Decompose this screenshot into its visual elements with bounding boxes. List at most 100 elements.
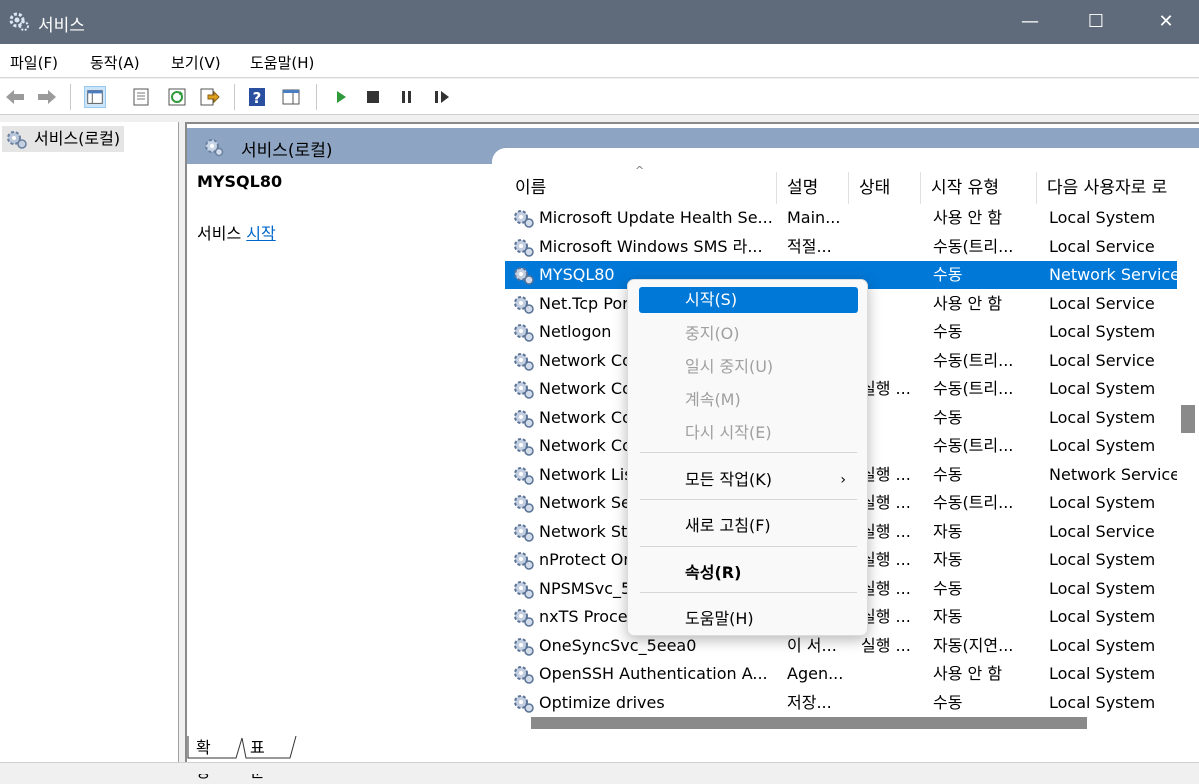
vertical-scroll-thumb[interactable] bbox=[1181, 405, 1195, 433]
cell-text: 이 서... bbox=[787, 635, 837, 655]
cell-text: 저장... bbox=[787, 692, 832, 712]
cell-status: 실행 ... bbox=[861, 603, 925, 631]
menu-view[interactable]: 보기(V) bbox=[171, 52, 221, 73]
cell-text: 수동 bbox=[933, 464, 963, 484]
service-description-pane: MYSQL80 서비스 시작 bbox=[197, 172, 497, 243]
cell-name: OpenSSH Authentication A... bbox=[511, 660, 775, 688]
cell-logon: Network Service bbox=[1049, 461, 1177, 489]
cell-text: Local Service bbox=[1049, 236, 1155, 256]
forward-arrow-icon[interactable] bbox=[36, 86, 58, 108]
show-hide-tree-icon[interactable] bbox=[84, 86, 106, 108]
menu-help[interactable]: 도움말(H) bbox=[250, 52, 314, 73]
menu-file[interactable]: 파일(F) bbox=[10, 52, 58, 73]
cell-desc: Main... bbox=[787, 204, 855, 232]
help-icon[interactable]: ? bbox=[246, 86, 268, 108]
cell-text: Local System bbox=[1049, 493, 1156, 512]
context-menu-help[interactable]: 도움말(H) bbox=[639, 606, 858, 632]
context-menu-pause[interactable]: 일시 중지(U) bbox=[639, 354, 858, 380]
context-menu-stop[interactable]: 중지(O) bbox=[639, 321, 858, 347]
cell-logon: Local System bbox=[1049, 603, 1177, 631]
context-menu-all-tasks[interactable]: 모든 작업(K) › bbox=[639, 467, 858, 493]
pause-service-icon[interactable] bbox=[396, 86, 418, 108]
tab-standard[interactable]: 표준 bbox=[246, 736, 269, 781]
cell-text: Local System bbox=[1049, 322, 1156, 341]
context-menu-properties[interactable]: 속성(R) bbox=[639, 560, 858, 586]
stop-service-icon[interactable] bbox=[362, 86, 384, 108]
service-gear-icon bbox=[514, 352, 534, 371]
cell-text: Local System bbox=[1049, 578, 1156, 598]
cell-text: Local System bbox=[1049, 550, 1156, 569]
horizontal-scroll-thumb[interactable] bbox=[531, 717, 1087, 729]
maximize-button[interactable]: ☐ bbox=[1064, 0, 1128, 44]
properties-icon[interactable] bbox=[130, 86, 152, 108]
cell-text: 실행 ... bbox=[861, 379, 911, 398]
table-row[interactable]: OpenSSH Authentication A... Agen... 사용 안 함… bbox=[505, 660, 1177, 688]
close-button[interactable]: ✕ bbox=[1134, 0, 1198, 44]
service-gear-icon bbox=[514, 552, 534, 570]
cell-start: 수동 bbox=[933, 575, 1043, 603]
menu-action[interactable]: 동작(A) bbox=[90, 52, 140, 73]
context-menu-start[interactable]: 시작(S) bbox=[639, 287, 858, 313]
cell-logon: Local System bbox=[1049, 632, 1177, 660]
cell-start: 수동 bbox=[933, 318, 1043, 346]
service-gear-icon bbox=[514, 495, 534, 513]
selected-service-name: MYSQL80 bbox=[197, 172, 283, 191]
cell-text: 실행 ... bbox=[861, 550, 911, 569]
cell-logon: Local System bbox=[1049, 204, 1177, 232]
service-gear-icon bbox=[514, 267, 534, 285]
cell-text: 실행 ... bbox=[861, 464, 911, 484]
cell-start: 수동(트리... bbox=[933, 347, 1043, 375]
column-header-status[interactable]: 상태 bbox=[849, 172, 921, 204]
export-list-icon[interactable] bbox=[198, 86, 220, 108]
cell-text: 적절... bbox=[787, 236, 832, 256]
title-bar: 서비스 — ☐ ✕ bbox=[0, 0, 1199, 44]
cell-start: 수동(트리... bbox=[933, 489, 1043, 517]
cell-text: Local System bbox=[1049, 407, 1156, 427]
table-row[interactable]: Microsoft Windows SMS 라... 적절... 수동(트리... L… bbox=[505, 233, 1177, 261]
context-menu-separator bbox=[640, 499, 857, 500]
console-tree: 서비스(로컬) bbox=[0, 122, 179, 762]
horizontal-scrollbar[interactable] bbox=[505, 714, 1177, 732]
cell-status: 실행 ... bbox=[861, 461, 925, 489]
start-service-icon[interactable] bbox=[330, 86, 352, 108]
cell-start: 수동 bbox=[933, 689, 1043, 717]
minimize-button[interactable]: — bbox=[998, 0, 1062, 44]
cell-text: Local System bbox=[1049, 664, 1156, 683]
vertical-scrollbar[interactable] bbox=[1179, 166, 1199, 754]
context-menu-refresh[interactable]: 새로 고침(F) bbox=[639, 513, 858, 539]
cell-status bbox=[861, 204, 925, 232]
column-header-startup-type[interactable]: 시작 유형 bbox=[921, 172, 1037, 204]
back-arrow-icon[interactable] bbox=[4, 86, 26, 108]
cell-logon: Local System bbox=[1049, 318, 1177, 346]
tab-extended[interactable]: 확장 bbox=[192, 736, 215, 781]
context-menu-separator bbox=[640, 592, 857, 593]
cell-text: 실행 ... bbox=[861, 635, 911, 655]
table-row[interactable]: Microsoft Update Health Se... Main... 사용 안… bbox=[505, 204, 1177, 232]
tree-node-label: 서비스(로컬) bbox=[34, 129, 121, 148]
tree-node-services-local[interactable]: 서비스(로컬) bbox=[2, 126, 125, 152]
refresh-icon[interactable] bbox=[166, 86, 188, 108]
cell-name: Microsoft Update Health Se... bbox=[511, 204, 775, 232]
column-header-description[interactable]: 설명 bbox=[777, 172, 849, 204]
context-menu-all-tasks-label: 모든 작업(K) bbox=[685, 470, 772, 489]
cell-start: 자동 bbox=[933, 603, 1043, 631]
cell-start: 사용 안 함 bbox=[933, 204, 1043, 232]
cell-status: 실행 ... bbox=[861, 375, 925, 403]
console-tree-icon[interactable] bbox=[280, 86, 302, 108]
cell-text: Netlogon bbox=[539, 322, 612, 341]
context-menu-restart[interactable]: 다시 시작(E) bbox=[639, 420, 858, 446]
cell-status bbox=[861, 689, 925, 717]
column-header-logon-as[interactable]: 다음 사용자로 로 bbox=[1037, 172, 1177, 204]
start-service-link[interactable]: 시작 bbox=[246, 224, 275, 243]
cell-status bbox=[861, 261, 925, 289]
cell-start: 수동 bbox=[933, 461, 1043, 489]
context-menu-resume[interactable]: 계속(M) bbox=[639, 387, 858, 413]
service-gear-icon bbox=[514, 238, 534, 257]
cell-text: 수동(트리... bbox=[933, 236, 1014, 256]
cell-start: 수동 bbox=[933, 261, 1043, 289]
service-gear-icon bbox=[514, 523, 534, 542]
cell-desc: Agen... bbox=[787, 660, 855, 688]
table-row[interactable]: Optimize drives 저장... 수동 Local System bbox=[505, 689, 1177, 717]
cell-text: Network Service bbox=[1049, 265, 1177, 284]
resume-service-icon[interactable] bbox=[430, 86, 452, 108]
